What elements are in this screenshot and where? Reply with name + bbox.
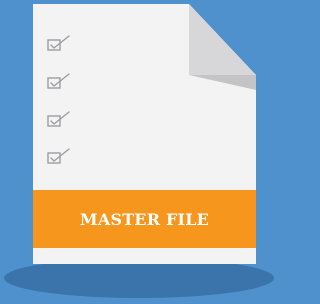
checklist [47, 35, 87, 165]
checkbox-checked-icon [47, 148, 70, 164]
master-file-banner: MASTER FILE [33, 190, 256, 248]
checkbox-checked-icon [47, 35, 70, 51]
checkbox-checked-icon [47, 73, 70, 89]
banner-label: MASTER FILE [79, 209, 210, 229]
page-fold-icon [189, 4, 256, 90]
document-shadow [4, 258, 274, 298]
checkbox-checked-icon [47, 111, 70, 127]
